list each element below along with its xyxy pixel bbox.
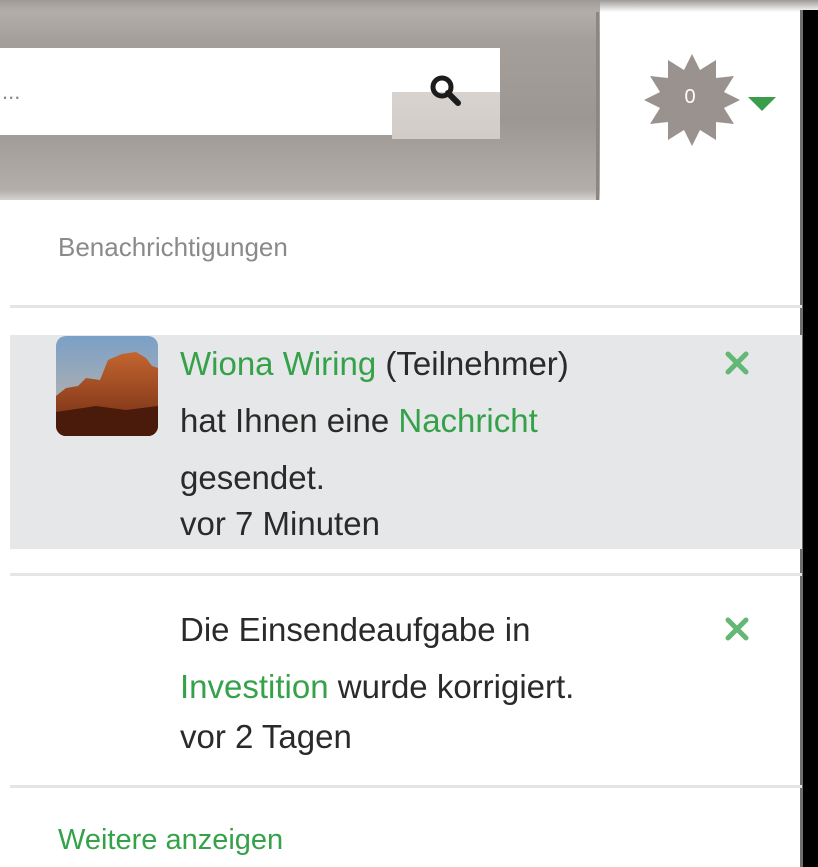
dismiss-button-2[interactable] bbox=[722, 614, 752, 644]
dismiss-button-1[interactable] bbox=[722, 348, 752, 378]
header-shadow bbox=[0, 0, 818, 12]
message-text-a: hat Ihnen eine bbox=[180, 402, 390, 439]
avatar-image bbox=[56, 336, 158, 436]
frame-edge bbox=[803, 10, 818, 867]
notification-time-2: vor 2 Tagen bbox=[180, 718, 352, 755]
message-link[interactable]: Nachricht bbox=[398, 402, 537, 439]
close-icon bbox=[725, 617, 749, 641]
caret-down-icon bbox=[748, 97, 776, 111]
search-input[interactable] bbox=[0, 48, 392, 135]
divider bbox=[10, 573, 802, 576]
message-text-a: Die Einsendeaufgabe in bbox=[180, 611, 531, 648]
message-text-b: gesendet. bbox=[180, 459, 325, 496]
divider bbox=[10, 305, 802, 308]
header-divider bbox=[596, 12, 599, 200]
divider bbox=[10, 785, 802, 788]
notifications-toggle[interactable]: 0 bbox=[640, 50, 780, 150]
show-more-link[interactable]: Weitere anzeigen bbox=[58, 824, 283, 857]
notification-message-2: Die Einsendeaufgabe in Investition wurde… bbox=[180, 601, 720, 715]
notification-count: 0 bbox=[684, 86, 696, 108]
search-button[interactable] bbox=[392, 48, 500, 139]
panel-title: Benachrichtigungen bbox=[58, 232, 288, 262]
message-text-b: wurde korrigiert. bbox=[337, 668, 575, 705]
sender-link[interactable]: Wiona Wiring bbox=[180, 345, 376, 382]
notification-message-1: Wiona Wiring (Teilnehmer) hat Ihnen eine… bbox=[180, 335, 720, 506]
avatar bbox=[56, 336, 158, 436]
course-link[interactable]: Investition bbox=[180, 668, 329, 705]
close-icon bbox=[725, 351, 749, 375]
search-icon bbox=[430, 75, 461, 106]
sender-role: (Teilnehmer) bbox=[385, 345, 569, 382]
notification-time-1: vor 7 Minuten bbox=[180, 505, 380, 542]
